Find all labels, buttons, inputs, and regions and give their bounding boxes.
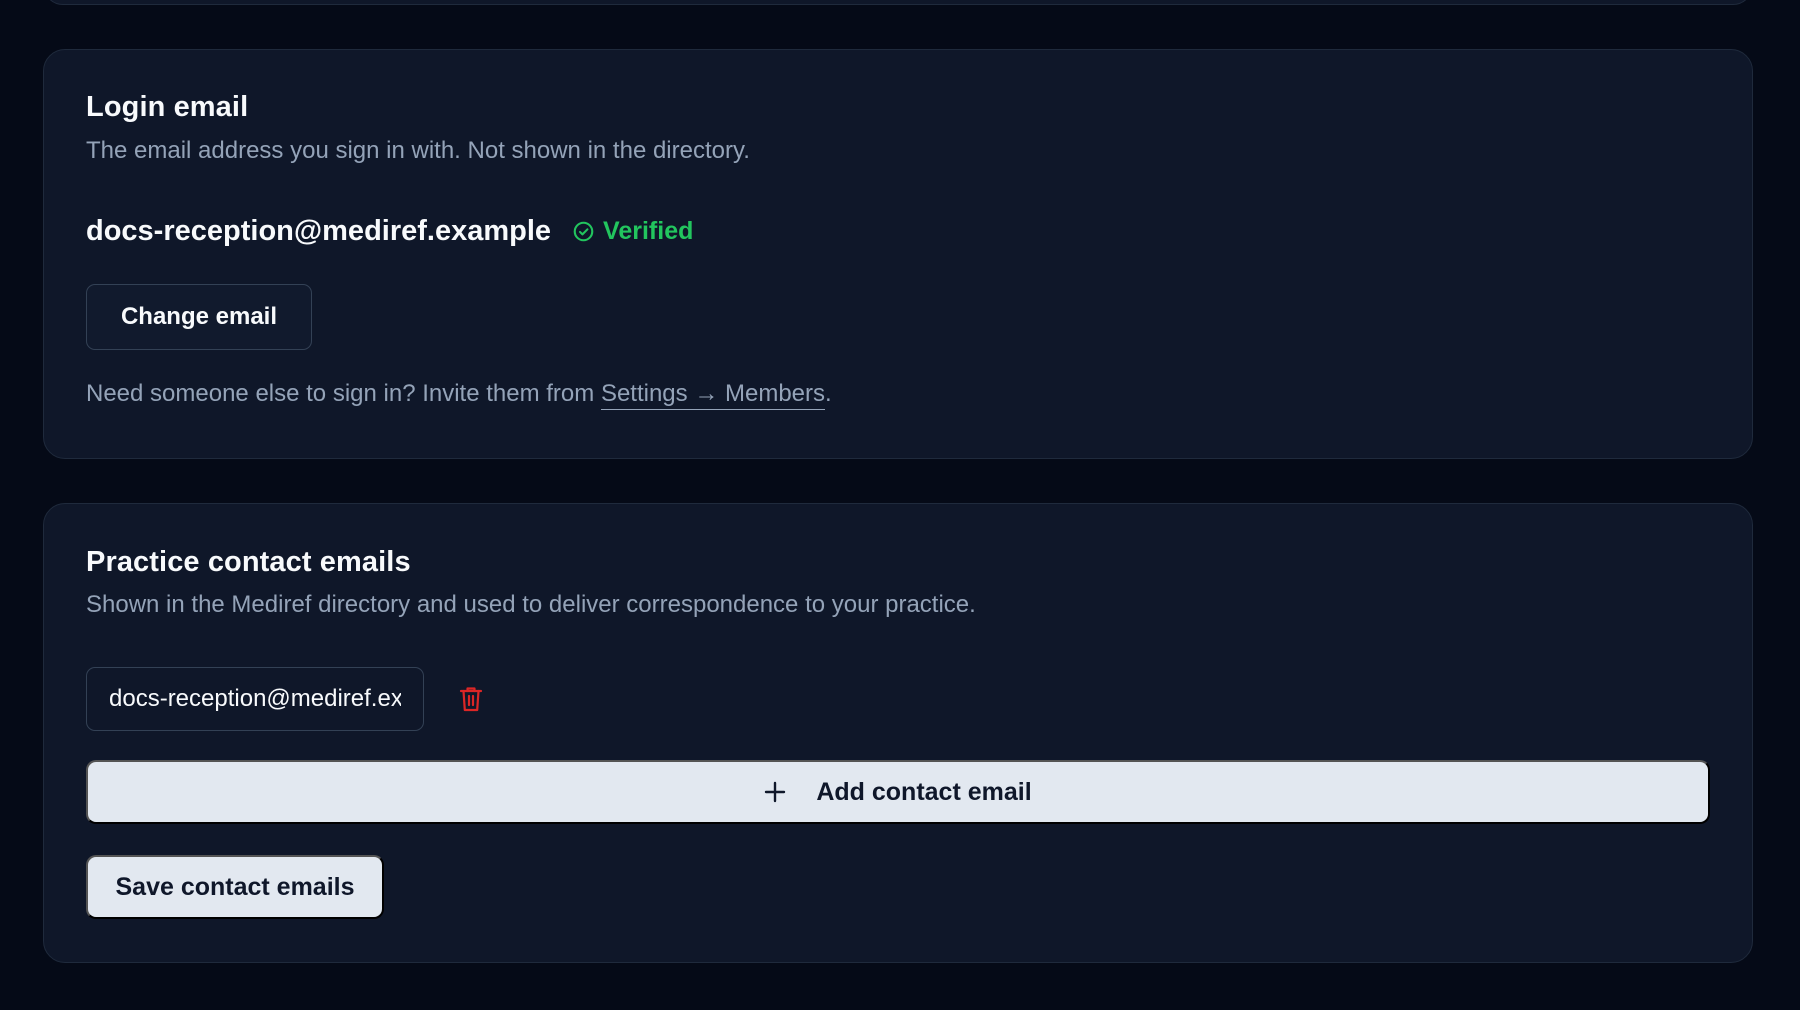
check-circle-icon	[573, 221, 594, 242]
contact-emails-title: Practice contact emails	[86, 546, 411, 578]
settings-members-link[interactable]: Settings → Members	[600, 380, 826, 410]
invite-hint: Need someone else to sign in? Invite the…	[86, 380, 832, 410]
save-contact-emails-button[interactable]: Save contact emails	[86, 855, 384, 919]
trash-icon	[459, 687, 483, 712]
verified-label: Verified	[603, 217, 694, 245]
contact-email-input[interactable]	[86, 667, 424, 731]
add-contact-email-button[interactable]: Add contact email	[86, 760, 1710, 824]
login-email-subtitle: The email address you sign in with. Not …	[86, 137, 750, 164]
contact-emails-card: Practice contact emails Shown in the Med…	[43, 503, 1753, 963]
login-email-value: docs-reception@mediref.example	[86, 215, 552, 247]
login-email-card: Login email The email address you sign i…	[43, 49, 1753, 459]
login-email-row: docs-reception@mediref.example Verified	[86, 215, 693, 248]
invite-hint-suffix: .	[825, 380, 832, 407]
add-contact-email-label: Add contact email	[816, 777, 1032, 806]
contact-email-row	[86, 667, 485, 731]
previous-card-edge	[43, 0, 1753, 5]
verified-badge: Verified	[573, 217, 693, 246]
change-email-button[interactable]: Change email	[86, 284, 312, 350]
delete-contact-email-button[interactable]	[457, 684, 485, 714]
invite-hint-prefix: Need someone else to sign in? Invite the…	[86, 380, 601, 407]
login-email-title: Login email	[86, 91, 249, 123]
contact-emails-subtitle: Shown in the Mediref directory and used …	[86, 591, 976, 618]
plus-icon	[764, 781, 786, 803]
